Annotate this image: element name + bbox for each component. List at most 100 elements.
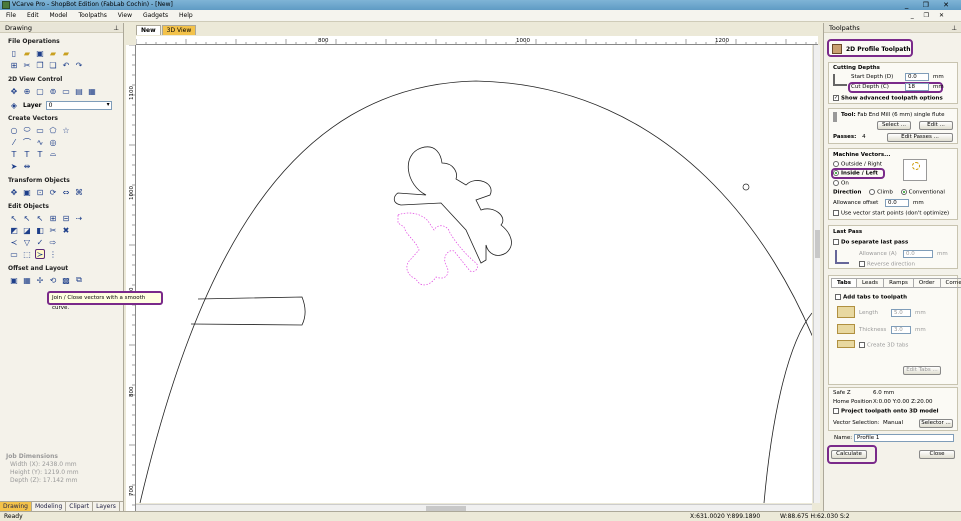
tab-layers[interactable]: Layers — [93, 502, 120, 511]
ungroup-icon[interactable]: ⊟ — [61, 213, 71, 223]
inside-radio[interactable] — [833, 170, 839, 176]
zoom-all-icon[interactable]: ✥ — [9, 86, 19, 96]
trim-icon[interactable]: ✂ — [48, 225, 58, 235]
pin-icon[interactable]: ⊥ — [113, 23, 119, 33]
delete-icon[interactable]: ✖ — [61, 225, 71, 235]
import-bitmap-icon[interactable]: ▰ — [61, 48, 71, 58]
paste-icon[interactable]: ❏ — [48, 60, 58, 70]
edit-tabs-button[interactable]: Edit Tabs ... — [903, 366, 941, 375]
horizontal-scrollbar[interactable] — [136, 504, 812, 511]
nesting-icon[interactable]: ⧉ — [74, 275, 84, 285]
circular-array-icon[interactable]: ⟲ — [48, 275, 58, 285]
rotate-icon[interactable]: ⟳ — [48, 187, 58, 197]
tab-length-input[interactable]: 5.0 — [891, 309, 911, 317]
climb-radio[interactable] — [869, 189, 876, 195]
drawing-canvas[interactable] — [136, 45, 812, 503]
draw-text-icon[interactable]: T — [9, 149, 19, 159]
menu-view[interactable]: View — [118, 12, 132, 19]
tab-ramps[interactable]: Ramps — [884, 278, 914, 288]
block-copy-icon[interactable]: ▩ — [61, 275, 71, 285]
toolpaths-pin-icon[interactable]: ⊥ — [951, 23, 957, 33]
undo-icon[interactable]: ↶ — [61, 60, 71, 70]
join-smooth-curve-icon[interactable]: ≻ — [35, 249, 45, 259]
tab-drawing[interactable]: Drawing — [0, 502, 32, 511]
draw-circle-icon[interactable]: ○ — [9, 125, 19, 135]
window-controls[interactable]: _ ❐ ✕ — [905, 0, 955, 10]
zoom-icon[interactable]: ⊕ — [22, 86, 32, 96]
outside-radio[interactable] — [833, 161, 839, 167]
vertical-scroll-thumb[interactable] — [815, 230, 820, 258]
last-pass-allowance-input[interactable]: 0.0 — [903, 250, 933, 258]
text-arc-icon[interactable]: ⌓ — [48, 149, 58, 159]
smart-snap-icon[interactable]: ⇢ — [74, 213, 84, 223]
show-advanced-checkbox[interactable]: ✓ — [833, 95, 839, 101]
curve-fit-icon[interactable]: ▭ — [9, 249, 19, 259]
draw-curve-icon[interactable]: ∿ — [35, 137, 45, 147]
tool-edit-button[interactable]: Edit ... — [919, 121, 953, 130]
add-tabs-checkbox[interactable] — [835, 294, 841, 300]
cut-icon[interactable]: ✂ — [22, 60, 32, 70]
reverse-direction-checkbox[interactable] — [859, 261, 865, 267]
allowance-input[interactable]: 0.0 — [885, 199, 909, 207]
edit-passes-button[interactable]: Edit Passes ... — [887, 133, 953, 142]
layer-select[interactable]: 0 — [45, 100, 112, 110]
draw-star-icon[interactable]: ☆ — [61, 125, 71, 135]
weld-icon[interactable]: ◩ — [9, 225, 19, 235]
draw-line-icon[interactable]: ⁄ — [9, 137, 19, 147]
draw-polygon-icon[interactable]: ⬠ — [48, 125, 58, 135]
menu-help[interactable]: Help — [179, 12, 193, 19]
tab-order[interactable]: Order — [913, 278, 941, 288]
save-icon[interactable]: ▣ — [35, 48, 45, 58]
draw-arc-icon[interactable]: ⌒ — [22, 137, 32, 147]
selector-button[interactable]: Selector ... — [919, 419, 953, 428]
tab-corners[interactable]: Corners — [940, 278, 961, 288]
on-radio[interactable] — [833, 180, 839, 186]
tool-select-button[interactable]: Select ... — [877, 121, 911, 130]
extend-icon[interactable]: ⇨ — [48, 237, 58, 247]
cut-depth-input[interactable]: 18 — [905, 83, 929, 91]
tab-tabs[interactable]: Tabs — [831, 278, 857, 288]
zoom-selection-icon[interactable]: ⊚ — [48, 86, 58, 96]
tab-clipart[interactable]: Clipart — [66, 502, 94, 511]
close-open-vectors-icon[interactable]: ⋮ — [48, 249, 58, 259]
draw-ellipse-icon[interactable]: ⬭ — [22, 125, 32, 135]
text-on-curve-icon[interactable]: T — [22, 149, 32, 159]
arch-vector[interactable] — [139, 80, 812, 503]
redo-icon[interactable]: ↷ — [74, 60, 84, 70]
menu-edit[interactable]: Edit — [27, 12, 39, 19]
dimension-icon[interactable]: ⇹ — [22, 161, 32, 171]
text-auto-layout-icon[interactable]: T — [35, 149, 45, 159]
mirror-icon[interactable]: ⇔ — [61, 187, 71, 197]
right-curve-vector[interactable] — [763, 312, 812, 503]
intersect-icon[interactable]: ◧ — [35, 225, 45, 235]
subtract-icon[interactable]: ◪ — [22, 225, 32, 235]
menu-file[interactable]: File — [6, 12, 16, 19]
selected-vector[interactable] — [397, 212, 478, 286]
trace-bitmap-icon[interactable]: ➤ — [9, 161, 19, 171]
offset-icon[interactable]: ▣ — [9, 275, 19, 285]
array-icon[interactable]: ▦ — [22, 275, 32, 285]
project-3d-checkbox[interactable] — [833, 408, 839, 414]
toolpath-name-input[interactable]: Profile 1 — [854, 434, 954, 442]
view-2d-icon[interactable]: ▭ — [61, 86, 71, 96]
logo-vector[interactable] — [393, 146, 512, 264]
select-icon[interactable]: ↖ — [9, 213, 19, 223]
tab-thickness-input[interactable]: 3.0 — [891, 326, 911, 334]
distort-icon[interactable]: ⌘ — [74, 187, 84, 197]
close-vector-icon[interactable]: ▽ — [22, 237, 32, 247]
menu-model[interactable]: Model — [50, 12, 68, 19]
interactive-transform-icon[interactable]: ↖ — [35, 213, 45, 223]
menu-toolpaths[interactable]: Toolpaths — [78, 12, 106, 19]
move-icon[interactable]: ✥ — [9, 187, 19, 197]
join-icon[interactable]: ≺ — [9, 237, 19, 247]
vector-start-checkbox[interactable] — [833, 210, 839, 216]
group-icon[interactable]: ⊞ — [48, 213, 58, 223]
copy-along-icon[interactable]: ✢ — [35, 275, 45, 285]
vertical-scrollbar[interactable] — [813, 45, 820, 503]
draw-spiral-icon[interactable]: ◎ — [48, 137, 58, 147]
view-3d-icon[interactable]: ▦ — [87, 86, 97, 96]
menu-gadgets[interactable]: Gadgets — [143, 12, 168, 19]
copy-icon[interactable]: ❐ — [35, 60, 45, 70]
tab-3d-view[interactable]: 3D View — [161, 25, 197, 35]
nest-icon[interactable]: ⬚ — [22, 249, 32, 259]
